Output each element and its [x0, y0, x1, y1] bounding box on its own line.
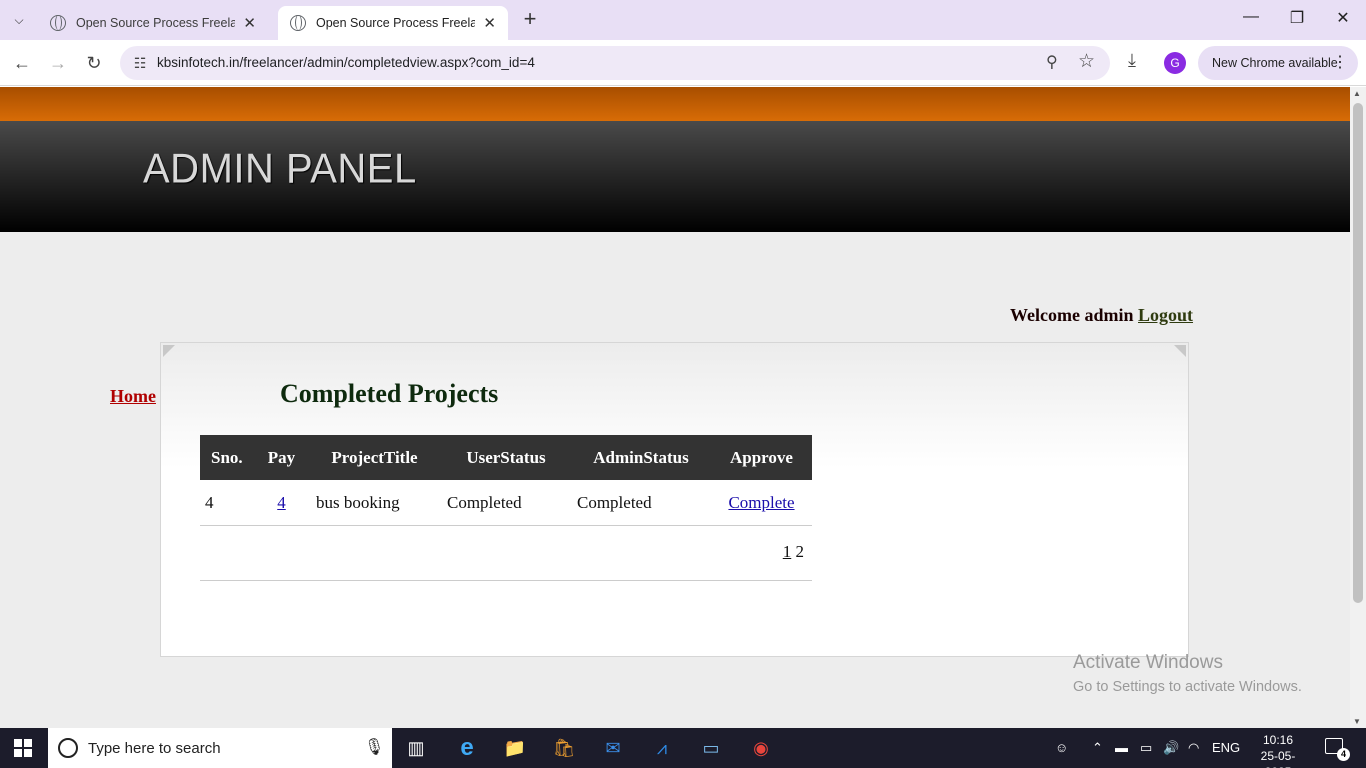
chrome-update-button[interactable]: New Chrome available ⋮: [1198, 46, 1358, 80]
site-info-icon[interactable]: ☷: [128, 51, 152, 75]
corner-decoration: [1174, 345, 1186, 357]
people-icon[interactable]: ☺: [1055, 740, 1068, 755]
notification-center-icon[interactable]: 4: [1325, 738, 1350, 761]
welcome-text: Welcome admin: [1010, 305, 1134, 325]
pager: 1 2: [200, 526, 812, 581]
restore-icon[interactable]: ❐: [1274, 8, 1320, 28]
page-title: Completed Projects: [280, 379, 499, 408]
tab-search-chevron-icon[interactable]: ⌵: [6, 7, 32, 33]
browser-tab-2-active[interactable]: Open Source Process Freelance ✕: [278, 6, 508, 40]
globe-icon: [50, 15, 66, 31]
pay-link[interactable]: 4: [277, 493, 286, 512]
more-menu-icon[interactable]: ⋮: [1332, 46, 1348, 80]
profile-avatar[interactable]: G: [1164, 52, 1186, 74]
vertical-scrollbar[interactable]: ▲ ▼: [1350, 87, 1366, 728]
clock-date: 25-05-2025: [1260, 749, 1296, 768]
close-window-icon[interactable]: ✕: [1320, 8, 1366, 28]
microsoft-store-icon[interactable]: 🛍: [551, 736, 577, 760]
microphone-icon[interactable]: 🎙: [364, 737, 384, 757]
drive-icon[interactable]: ▬: [1115, 740, 1128, 755]
home-link[interactable]: Home: [110, 386, 156, 407]
new-tab-button[interactable]: +: [518, 8, 542, 32]
header-approve: Approve: [730, 447, 793, 467]
page-1-link[interactable]: 1: [783, 542, 792, 561]
language-indicator[interactable]: ENG: [1212, 740, 1240, 755]
show-hidden-icons-chevron[interactable]: ⌃: [1092, 740, 1103, 756]
download-icon[interactable]: ⤓: [1128, 50, 1136, 71]
notification-count-badge: 4: [1337, 748, 1350, 761]
cell-user-status: Completed: [447, 492, 522, 512]
minimize-icon[interactable]: —: [1228, 8, 1274, 26]
browser-tab-strip: ⌵ Open Source Process Freelance ✕ Open S…: [0, 0, 1366, 40]
watermark-line-1: Activate Windows: [1073, 652, 1223, 673]
zoom-icon[interactable]: ⚲: [1046, 52, 1058, 72]
cell-approve: Complete: [711, 493, 812, 513]
corner-decoration: [163, 345, 175, 357]
close-tab-icon[interactable]: ✕: [483, 14, 496, 32]
system-clock[interactable]: 10:16 25-05-2025: [1248, 732, 1308, 768]
update-label: New Chrome available: [1212, 56, 1338, 70]
url-text[interactable]: kbsinfotech.in/freelancer/admin/complete…: [157, 55, 535, 70]
page-viewport: ADMIN PANEL Welcome admin Logout Home Co…: [0, 87, 1350, 728]
header-project-title: ProjectTitle: [331, 447, 418, 467]
file-explorer-icon[interactable]: 📁: [502, 736, 528, 760]
app-window-icon[interactable]: ▭: [698, 736, 724, 760]
battery-icon[interactable]: ▭: [1140, 740, 1152, 756]
content-panel: Completed Projects Sno. Pay ProjectTitle…: [160, 342, 1189, 657]
bookmark-star-icon[interactable]: ☆: [1078, 50, 1095, 73]
scroll-up-arrow-icon[interactable]: ▲: [1353, 89, 1361, 98]
completed-projects-table: Sno. Pay ProjectTitle UserStatus AdminSt…: [200, 435, 812, 581]
vscode-icon[interactable]: ⩘: [649, 736, 675, 760]
table-row: 4 4 bus booking Completed Completed Comp…: [200, 480, 812, 526]
search-icon: [58, 738, 78, 758]
close-tab-icon[interactable]: ✕: [243, 14, 256, 32]
header-user-status: UserStatus: [466, 447, 546, 467]
watermark-line-2: Go to Settings to activate Windows.: [1073, 679, 1302, 695]
windows-taskbar: Type here to search 🎙 ▥ e 📁 🛍 ✉ ⩘ ▭ ◉ ☺ …: [0, 728, 1366, 768]
search-placeholder: Type here to search: [88, 740, 221, 757]
orange-header-band: [0, 87, 1350, 121]
complete-link[interactable]: Complete: [728, 493, 794, 512]
cell-project-title: bus booking: [316, 492, 400, 512]
browser-tab-1[interactable]: Open Source Process Freelance ✕: [38, 6, 268, 40]
browser-toolbar: ← → ↻ ☷ kbsinfotech.in/freelancer/admin/…: [0, 40, 1366, 86]
clock-time: 10:16: [1262, 733, 1294, 747]
task-view-icon[interactable]: ▥: [403, 736, 429, 760]
page-2-current: 2: [795, 542, 805, 561]
tab-title: Open Source Process Freelance: [76, 16, 236, 30]
back-arrow-icon[interactable]: ←: [10, 51, 34, 75]
windows-start-icon[interactable]: [14, 739, 32, 757]
reload-icon[interactable]: ↻: [82, 51, 106, 75]
cell-pay: 4: [255, 493, 308, 513]
scroll-down-arrow-icon[interactable]: ▼: [1353, 717, 1361, 726]
taskbar-search-box[interactable]: Type here to search 🎙: [48, 728, 392, 768]
volume-icon[interactable]: 🔊: [1163, 740, 1179, 756]
cell-sno: 4: [205, 492, 214, 512]
header-pay: Pay: [267, 447, 296, 467]
address-bar[interactable]: ☷ kbsinfotech.in/freelancer/admin/comple…: [120, 46, 1110, 80]
wifi-icon[interactable]: ◠: [1188, 740, 1199, 756]
forward-arrow-icon[interactable]: →: [46, 51, 70, 75]
header-sno: Sno.: [211, 447, 243, 467]
header-admin-status: AdminStatus: [593, 447, 689, 467]
activate-windows-watermark: Activate Windows Go to Settings to activ…: [1073, 652, 1302, 695]
edge-browser-icon[interactable]: e: [454, 734, 480, 761]
mail-icon[interactable]: ✉: [600, 736, 626, 760]
scrollbar-thumb[interactable]: [1353, 103, 1363, 603]
table-header-row: Sno. Pay ProjectTitle UserStatus AdminSt…: [200, 435, 812, 480]
globe-icon: [290, 15, 306, 31]
banner-title: ADMIN PANEL: [143, 145, 417, 193]
logout-link[interactable]: Logout: [1138, 305, 1193, 325]
tab-title: Open Source Process Freelance: [316, 16, 476, 30]
welcome-area: Welcome admin Logout: [1010, 305, 1193, 326]
cell-admin-status: Completed: [577, 492, 652, 512]
chrome-icon[interactable]: ◉: [748, 736, 774, 760]
